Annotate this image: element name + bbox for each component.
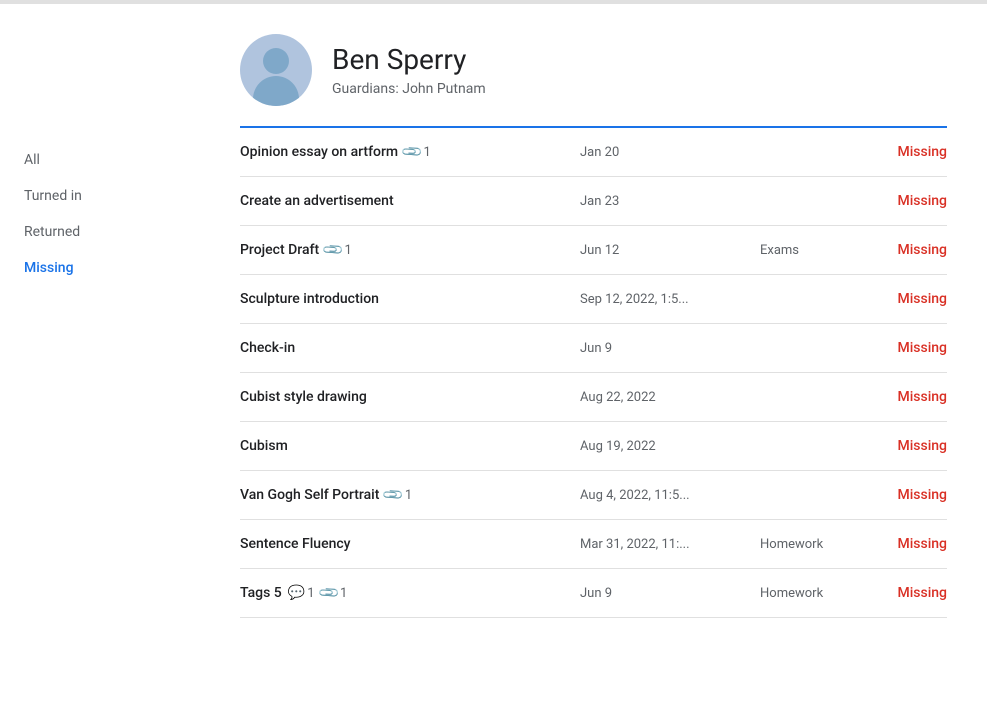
profile-guardians: Guardians: John Putnam: [332, 81, 486, 97]
table-row[interactable]: Opinion essay on artform 📎 1 Jan 20 Miss…: [240, 128, 947, 177]
assignment-status: Missing: [880, 193, 947, 209]
assignment-name: Opinion essay on artform 📎 1: [240, 144, 580, 160]
sidebar-item-returned[interactable]: Returned: [16, 216, 200, 248]
avatar: [240, 34, 312, 106]
assignment-status: Missing: [880, 438, 947, 454]
assignment-category: Homework: [760, 537, 880, 552]
avatar-inner: [240, 34, 312, 106]
avatar-body: [253, 76, 299, 106]
profile-header: Ben Sperry Guardians: John Putnam: [240, 4, 947, 126]
assignment-name: Tags 5 💬 1 📎 1: [240, 585, 580, 601]
table-row[interactable]: Project Draft 📎 1 Jun 12 Exams Missing: [240, 226, 947, 275]
assignment-name: Sculpture introduction: [240, 291, 580, 307]
main-content: Ben Sperry Guardians: John Putnam Opinio…: [200, 4, 987, 718]
sidebar-item-turned-in[interactable]: Turned in: [16, 180, 200, 212]
assignment-date: Jun 12: [580, 243, 760, 258]
assignment-status: Missing: [880, 487, 947, 503]
comment-badge: 💬 1: [288, 585, 315, 601]
comment-icon: 💬: [288, 585, 305, 601]
assignment-date: Jan 23: [580, 194, 760, 209]
assignment-status: Missing: [880, 340, 947, 356]
assignment-name: Van Gogh Self Portrait 📎 1: [240, 487, 580, 503]
assignment-name: Cubist style drawing: [240, 389, 580, 405]
assignment-status: Missing: [880, 242, 947, 258]
attachment-badge: 📎 1: [321, 585, 348, 601]
assignment-date: Jan 20: [580, 145, 760, 160]
assignment-date: Aug 22, 2022: [580, 390, 760, 405]
sidebar-item-missing[interactable]: Missing: [16, 252, 200, 284]
assignment-name: Create an advertisement: [240, 193, 580, 209]
assignment-name: Project Draft 📎 1: [240, 242, 580, 258]
attachment-icon: 📎: [382, 483, 406, 507]
table-row[interactable]: Sculpture introduction Sep 12, 2022, 1:5…: [240, 275, 947, 324]
assignment-list: Opinion essay on artform 📎 1 Jan 20 Miss…: [240, 128, 947, 618]
assignment-date: Aug 19, 2022: [580, 439, 760, 454]
attachment-icon: 📎: [322, 238, 346, 262]
assignment-status: Missing: [880, 585, 947, 601]
assignment-name: Sentence Fluency: [240, 536, 580, 552]
profile-name: Ben Sperry: [332, 43, 486, 77]
assignment-category: Homework: [760, 586, 880, 601]
assignment-status: Missing: [880, 536, 947, 552]
table-row[interactable]: Van Gogh Self Portrait 📎 1 Aug 4, 2022, …: [240, 471, 947, 520]
avatar-head: [263, 48, 289, 74]
table-row[interactable]: Check-in Jun 9 Missing: [240, 324, 947, 373]
assignment-date: Jun 9: [580, 341, 760, 356]
table-row[interactable]: Cubist style drawing Aug 22, 2022 Missin…: [240, 373, 947, 422]
assignment-name: Check-in: [240, 340, 580, 356]
sidebar-item-all[interactable]: All: [16, 144, 200, 176]
profile-info: Ben Sperry Guardians: John Putnam: [332, 43, 486, 97]
table-row[interactable]: Cubism Aug 19, 2022 Missing: [240, 422, 947, 471]
table-row[interactable]: Sentence Fluency Mar 31, 2022, 11:... Ho…: [240, 520, 947, 569]
layout: All Turned in Returned Missing Ben Sperr…: [0, 4, 987, 718]
assignment-date: Aug 4, 2022, 11:5...: [580, 488, 760, 503]
assignment-date: Jun 9: [580, 586, 760, 601]
assignment-status: Missing: [880, 389, 947, 405]
attachment-icon: 📎: [317, 581, 341, 605]
table-row[interactable]: Tags 5 💬 1 📎 1 Jun 9 Homework Missing: [240, 569, 947, 618]
attachment-badge: 📎 1: [385, 487, 412, 503]
assignment-category: Exams: [760, 243, 880, 258]
attachment-badge: 📎 1: [325, 242, 352, 258]
assignment-date: Mar 31, 2022, 11:...: [580, 537, 760, 552]
sidebar: All Turned in Returned Missing: [0, 4, 200, 718]
attachment-badge: 📎 1: [404, 144, 431, 160]
assignment-name: Cubism: [240, 438, 580, 454]
assignment-status: Missing: [880, 144, 947, 160]
attachment-icon: 📎: [401, 140, 425, 164]
assignment-date: Sep 12, 2022, 1:5...: [580, 292, 760, 307]
table-row[interactable]: Create an advertisement Jan 23 Missing: [240, 177, 947, 226]
assignment-status: Missing: [880, 291, 947, 307]
